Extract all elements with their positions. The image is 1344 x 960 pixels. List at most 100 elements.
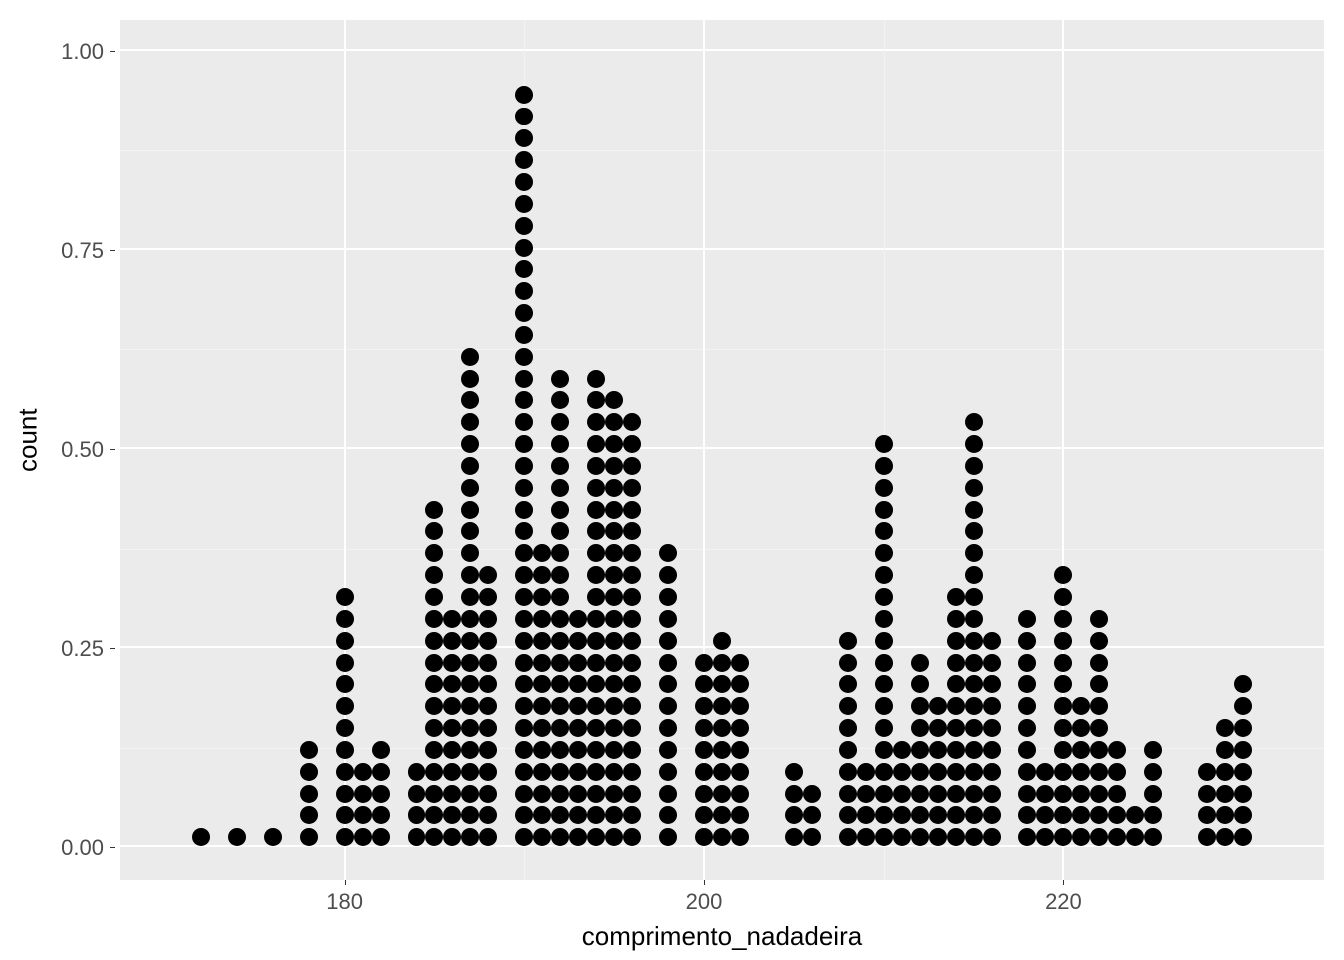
data-dot bbox=[605, 785, 623, 803]
data-dot bbox=[300, 828, 318, 846]
data-dot bbox=[623, 610, 641, 628]
data-dot bbox=[659, 785, 677, 803]
data-dot bbox=[587, 370, 605, 388]
data-dot bbox=[425, 697, 443, 715]
y-tick-mark bbox=[110, 847, 115, 848]
data-dot bbox=[731, 763, 749, 781]
data-dot bbox=[659, 588, 677, 606]
data-dot bbox=[479, 806, 497, 824]
data-dot bbox=[461, 544, 479, 562]
y-tick-mark bbox=[110, 51, 115, 52]
data-dot bbox=[587, 566, 605, 584]
data-dot bbox=[1054, 654, 1072, 672]
data-dot bbox=[1054, 785, 1072, 803]
data-dot bbox=[461, 479, 479, 497]
data-dot bbox=[1090, 654, 1108, 672]
data-dot bbox=[443, 763, 461, 781]
data-dot bbox=[605, 632, 623, 650]
data-dot bbox=[623, 719, 641, 737]
data-dot bbox=[569, 610, 587, 628]
data-dot bbox=[713, 719, 731, 737]
data-dot bbox=[911, 806, 929, 824]
data-dot bbox=[300, 785, 318, 803]
data-dot bbox=[479, 763, 497, 781]
data-dot bbox=[515, 828, 533, 846]
data-dot bbox=[875, 654, 893, 672]
data-dot bbox=[533, 632, 551, 650]
data-dot bbox=[587, 610, 605, 628]
data-dot bbox=[515, 522, 533, 540]
data-dot bbox=[659, 544, 677, 562]
data-dot bbox=[875, 785, 893, 803]
data-dot bbox=[695, 654, 713, 672]
data-dot bbox=[551, 806, 569, 824]
data-dot bbox=[461, 741, 479, 759]
data-dot bbox=[515, 151, 533, 169]
data-dot bbox=[425, 610, 443, 628]
data-dot bbox=[1072, 806, 1090, 824]
data-dot bbox=[515, 413, 533, 431]
data-dot bbox=[965, 806, 983, 824]
data-dot bbox=[1072, 828, 1090, 846]
data-dot bbox=[623, 457, 641, 475]
x-axis-ticks: 180200220 bbox=[120, 885, 1324, 915]
data-dot bbox=[461, 566, 479, 584]
data-dot bbox=[587, 675, 605, 693]
data-dot bbox=[515, 457, 533, 475]
data-dot bbox=[461, 785, 479, 803]
data-dot bbox=[875, 697, 893, 715]
data-dot bbox=[659, 632, 677, 650]
data-dot bbox=[731, 806, 749, 824]
chart-container: count comprimento_nadadeira 0.000.250.50… bbox=[0, 0, 1344, 960]
data-dot bbox=[713, 763, 731, 781]
data-dot bbox=[354, 806, 372, 824]
data-dot bbox=[713, 806, 731, 824]
data-dot bbox=[1019, 763, 1037, 781]
data-dot bbox=[965, 632, 983, 650]
data-dot bbox=[929, 806, 947, 824]
data-dot bbox=[695, 806, 713, 824]
data-dot bbox=[533, 610, 551, 628]
data-dot bbox=[623, 741, 641, 759]
data-dot bbox=[192, 828, 210, 846]
data-dot bbox=[1054, 566, 1072, 584]
data-dot bbox=[1108, 763, 1126, 781]
data-dot bbox=[515, 391, 533, 409]
data-dot bbox=[623, 654, 641, 672]
data-dot bbox=[893, 763, 911, 781]
data-dot bbox=[461, 391, 479, 409]
data-dot bbox=[803, 785, 821, 803]
data-dot bbox=[425, 719, 443, 737]
data-dot bbox=[587, 391, 605, 409]
data-dot bbox=[875, 719, 893, 737]
data-dot bbox=[425, 632, 443, 650]
data-dot bbox=[587, 697, 605, 715]
data-dot bbox=[425, 741, 443, 759]
data-dot bbox=[533, 544, 551, 562]
data-dot bbox=[461, 435, 479, 453]
data-dot bbox=[875, 763, 893, 781]
data-dot bbox=[443, 828, 461, 846]
data-dot bbox=[551, 544, 569, 562]
data-dot bbox=[623, 544, 641, 562]
data-dot bbox=[605, 719, 623, 737]
data-dot bbox=[408, 806, 426, 824]
data-dot bbox=[479, 719, 497, 737]
data-dot bbox=[587, 719, 605, 737]
data-dot bbox=[947, 719, 965, 737]
data-dot bbox=[965, 457, 983, 475]
data-dot bbox=[713, 785, 731, 803]
data-dot bbox=[264, 828, 282, 846]
data-dot bbox=[461, 610, 479, 628]
data-dot bbox=[515, 479, 533, 497]
data-dot bbox=[1036, 785, 1054, 803]
data-dot bbox=[605, 741, 623, 759]
data-dot bbox=[515, 566, 533, 584]
data-dot bbox=[1054, 588, 1072, 606]
data-dot bbox=[515, 588, 533, 606]
y-tick-label: 0.75 bbox=[61, 238, 104, 264]
data-dot bbox=[515, 654, 533, 672]
data-dot bbox=[372, 828, 390, 846]
data-dot bbox=[1090, 610, 1108, 628]
data-dot bbox=[659, 566, 677, 584]
